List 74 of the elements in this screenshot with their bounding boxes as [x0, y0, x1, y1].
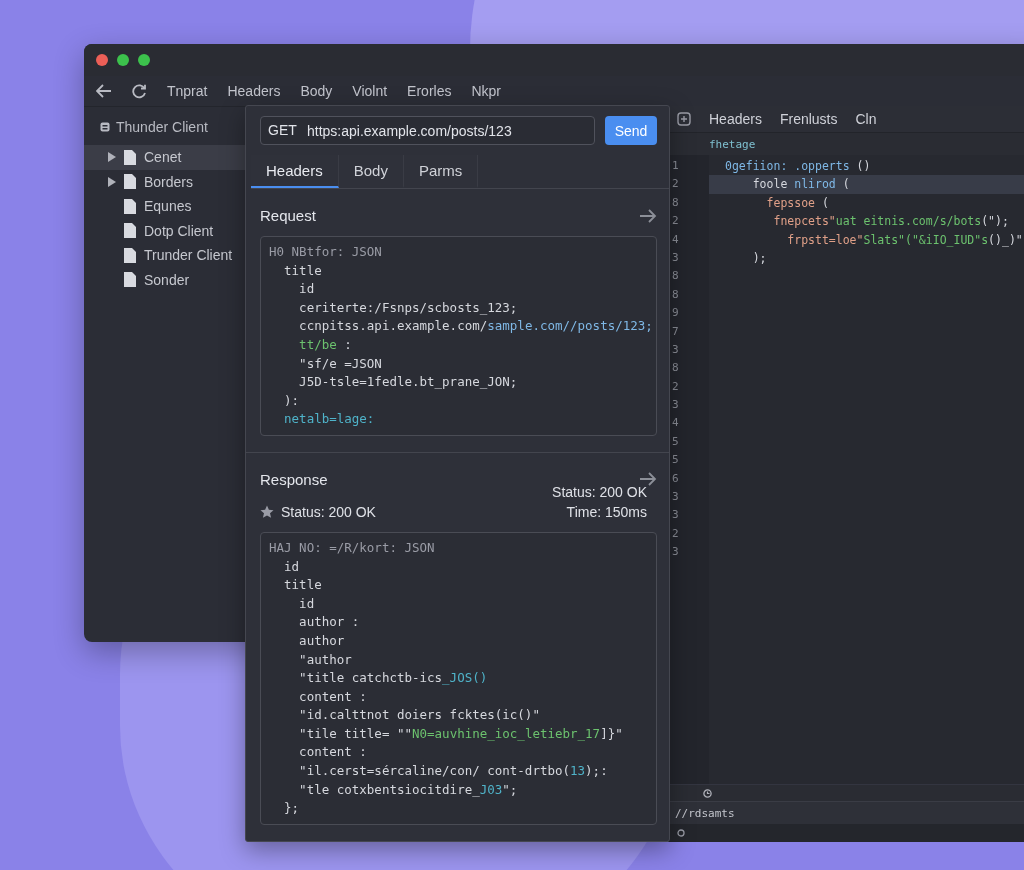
document-icon [124, 174, 136, 190]
line-number: 2 [671, 213, 680, 230]
line-number: 3 [671, 489, 680, 506]
code-line: frpstt=loe"Slats"("&iIO_IUD"s()_)" [786, 231, 1024, 249]
code-line: 0gefiion: .opperts () [724, 158, 872, 175]
response-time: Time: 150ms [566, 503, 647, 520]
line-number: 4 [671, 415, 680, 432]
minimize-button[interactable] [117, 54, 129, 66]
line-number: 2 [671, 378, 680, 395]
line-number: 8 [671, 268, 680, 285]
line-number: 3 [671, 544, 680, 561]
method-label[interactable]: GET [268, 122, 297, 139]
status-text: Status: 200 OK [552, 483, 647, 500]
code-line: fnepcets"uat eitnis.com/s/bots("); [772, 213, 1010, 231]
sidebar-item[interactable]: Trunder Client [84, 243, 245, 268]
code-line: ); [751, 249, 768, 267]
line-number: 9 [671, 305, 680, 322]
section-title: Request [260, 207, 316, 224]
breadcrumb[interactable]: fhetage [709, 137, 756, 151]
menu-item[interactable]: Tnprat [167, 83, 208, 99]
line-number: 3 [671, 397, 680, 414]
line-number: 2 [671, 525, 680, 542]
document-icon [124, 247, 136, 263]
line-number: 2 [671, 176, 680, 193]
caret-icon[interactable] [108, 176, 116, 187]
sidebar-item[interactable]: Dotp Client [84, 218, 245, 243]
request-tab[interactable]: Headers [251, 155, 339, 188]
close-button[interactable] [96, 54, 108, 66]
menu-item[interactable]: Body [300, 83, 333, 99]
sidebar-title: Thunder Client [116, 119, 208, 135]
line-number: 7 [671, 323, 680, 340]
refresh-icon[interactable] [132, 83, 147, 99]
app-logo-icon [100, 122, 110, 132]
star-icon [260, 504, 274, 519]
line-number: 8 [671, 194, 680, 211]
code-block: HAJ NO: =/R/kort: JSON id title id author : author "author "title catchctb-ics_JOS() content : "id.calttnot doiers fcktes(ic()" "tile title= ""N0=auvhine_ioc_letiebr_17]}" content : "il.cerst=sércaline/con/ cont-drtbo(13);: "tle cotxbentsiocitdire_J03"; }; [260, 531, 657, 825]
back-arrow-icon[interactable] [96, 84, 112, 98]
arrow-right-icon[interactable] [639, 472, 657, 487]
line-number: 5 [671, 433, 680, 450]
add-tab-icon[interactable] [677, 112, 691, 126]
document-icon [124, 198, 136, 214]
status-text: Status: 200 OK [281, 503, 376, 520]
line-number: 1 [671, 158, 680, 174]
document-icon [124, 223, 136, 239]
line-number: 3 [671, 507, 680, 524]
editor-tab[interactable]: Headers [709, 111, 762, 127]
document-icon [124, 149, 136, 165]
line-number: 6 [671, 470, 680, 487]
circle-icon [677, 829, 685, 837]
code-block: H0 NBtfor: JSON title id ceriterte:/Fsnps/scbosts_123; ccnpitss.api.example.com/sample.com//posts/123; tt/be : "sf/e =JSON J5D-tsle=1fedle.bt_prane_JON; ): netalb=lage: [260, 236, 657, 436]
caret-icon[interactable] [108, 152, 116, 163]
zoom-button[interactable] [138, 54, 150, 66]
line-number: 3 [671, 249, 680, 266]
line-number: 8 [671, 286, 680, 303]
line-number: 4 [671, 231, 680, 248]
sidebar-item[interactable]: Borders [84, 169, 245, 194]
menu-item[interactable]: Violnt [352, 83, 388, 99]
section-title: Response [260, 470, 328, 488]
status-text: //rdsamts [675, 806, 735, 820]
menu-item[interactable]: Nkpr [471, 83, 501, 99]
sidebar-item[interactable]: Cenet [84, 145, 245, 170]
sidebar-item[interactable]: Equnes [84, 194, 245, 219]
menu-item[interactable]: Erorles [407, 83, 452, 99]
line-number: 3 [671, 341, 680, 358]
line-number: 8 [671, 360, 680, 377]
line-number: 5 [671, 452, 680, 469]
editor-tab[interactable]: Cln [855, 111, 877, 127]
code-line: fepssoe ( [765, 194, 830, 212]
editor-tab[interactable]: Frenlusts [779, 111, 838, 127]
clock-icon [703, 788, 712, 798]
menu-item[interactable]: Headers [227, 83, 281, 99]
document-icon [124, 272, 136, 288]
arrow-right-icon[interactable] [639, 208, 657, 223]
sidebar-item[interactable]: Sonder [84, 267, 245, 292]
